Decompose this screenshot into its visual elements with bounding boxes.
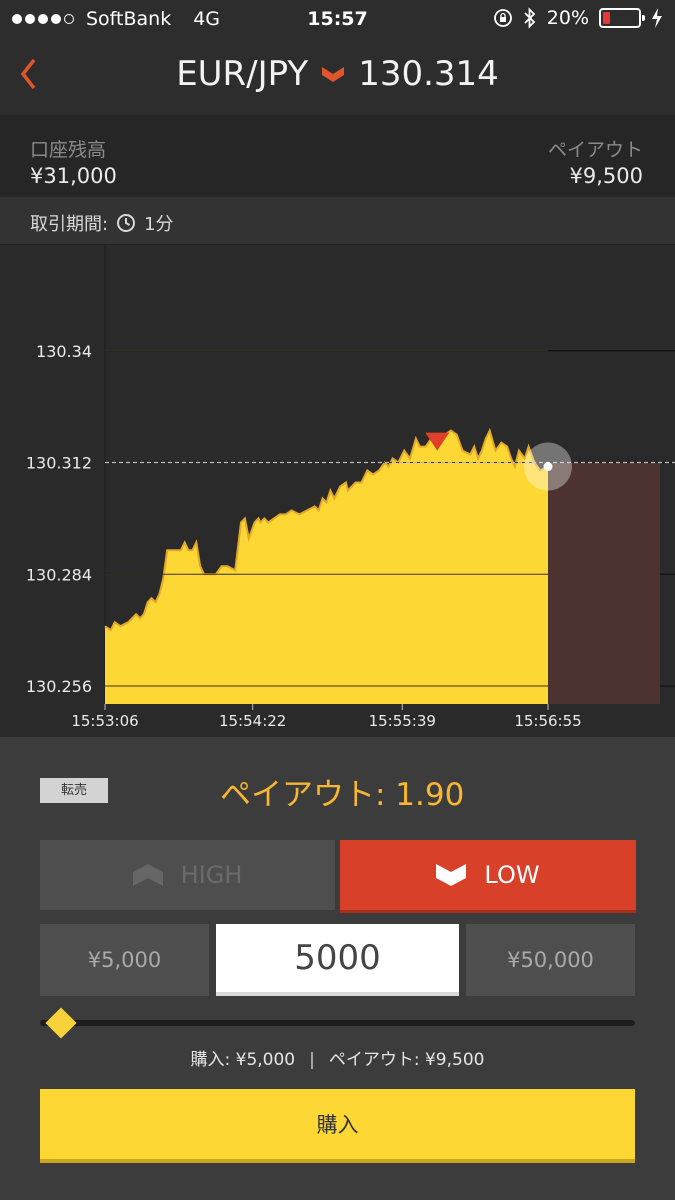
buy-button[interactable]: 購入 <box>40 1089 635 1163</box>
order-summary: 購入: ¥5,000 | ペイアウト: ¥9,500 <box>190 1050 485 1070</box>
amount-max-button[interactable]: ¥50,000 <box>466 924 635 996</box>
charging-icon <box>652 8 662 28</box>
period-label: 取引期間: <box>30 214 109 235</box>
battery-icon <box>599 8 645 28</box>
trade-panel: 転売 ペイアウト: 1.90 HIGH LOW ¥5,000 5000 ¥50,… <box>0 737 675 1200</box>
pair-title: EUR/JPY 130.314 <box>0 54 675 94</box>
payout-rate: ペイアウト: 1.90 <box>220 777 465 813</box>
amount-input[interactable]: 5000 <box>216 924 459 996</box>
balance-block: 口座残高 ¥31,000 <box>30 135 117 188</box>
amount-slider-track[interactable] <box>40 1020 635 1026</box>
status-right: 20% <box>493 7 663 29</box>
clock-icon <box>117 214 136 232</box>
rotation-lock-icon <box>493 9 512 27</box>
price-area <box>105 430 548 704</box>
up-arrow-icon <box>132 864 163 886</box>
amount-slider-handle[interactable] <box>45 1007 77 1039</box>
high-label: HIGH <box>180 861 243 889</box>
down-arrow-icon <box>322 67 345 82</box>
balance-label: 口座残高 <box>30 139 107 161</box>
amount-min-button[interactable]: ¥5,000 <box>40 924 209 996</box>
balance-value: ¥31,000 <box>30 164 117 188</box>
current-point <box>543 462 553 472</box>
current-rate: 130.314 <box>358 54 499 94</box>
payout-value: ¥9,500 <box>569 164 643 188</box>
price-chart-svg: 130.256 130.284 130.312 130.34 15:53:06 15:54… <box>0 245 675 737</box>
down-arrow-icon <box>436 864 467 886</box>
y-tick-label: 130.34 <box>36 342 92 361</box>
y-tick-label: 130.256 <box>26 677 92 696</box>
low-button[interactable]: LOW <box>340 840 636 913</box>
high-button[interactable]: HIGH <box>40 840 335 910</box>
y-tick-label: 130.312 <box>26 454 92 473</box>
bluetooth-icon <box>524 7 536 29</box>
price-chart: 130.256 130.284 130.312 130.34 15:53:06 15:54… <box>0 245 675 737</box>
resell-badge[interactable]: 転売 <box>40 778 108 803</box>
payout-block: ペイアウト ¥9,500 <box>548 135 643 188</box>
status-bar: SoftBank 4G 15:57 20% <box>0 0 675 38</box>
period-value: 1分 <box>144 214 174 235</box>
battery-percent: 20% <box>546 7 589 29</box>
currency-pair: EUR/JPY <box>176 54 309 94</box>
x-tick-label: 15:53:06 <box>71 712 138 730</box>
header: EUR/JPY 130.314 <box>0 38 675 115</box>
summary-payout: ペイアウト: ¥9,500 <box>328 1050 485 1070</box>
y-tick-label: 130.284 <box>26 565 92 584</box>
x-tick-label: 15:56:55 <box>514 712 581 730</box>
trade-period: 取引期間: 1分 <box>30 210 174 236</box>
x-tick-label: 15:54:22 <box>219 712 286 730</box>
x-tick-label: 15:55:39 <box>369 712 436 730</box>
period-bar: 取引期間: 1分 <box>0 197 675 245</box>
payout-label: ペイアウト <box>547 139 643 161</box>
account-bar: 口座残高 ¥31,000 ペイアウト ¥9,500 <box>0 115 675 197</box>
summary-purchase: 購入: ¥5,000 <box>190 1050 296 1070</box>
low-label: LOW <box>484 861 540 889</box>
future-zone <box>548 462 660 704</box>
